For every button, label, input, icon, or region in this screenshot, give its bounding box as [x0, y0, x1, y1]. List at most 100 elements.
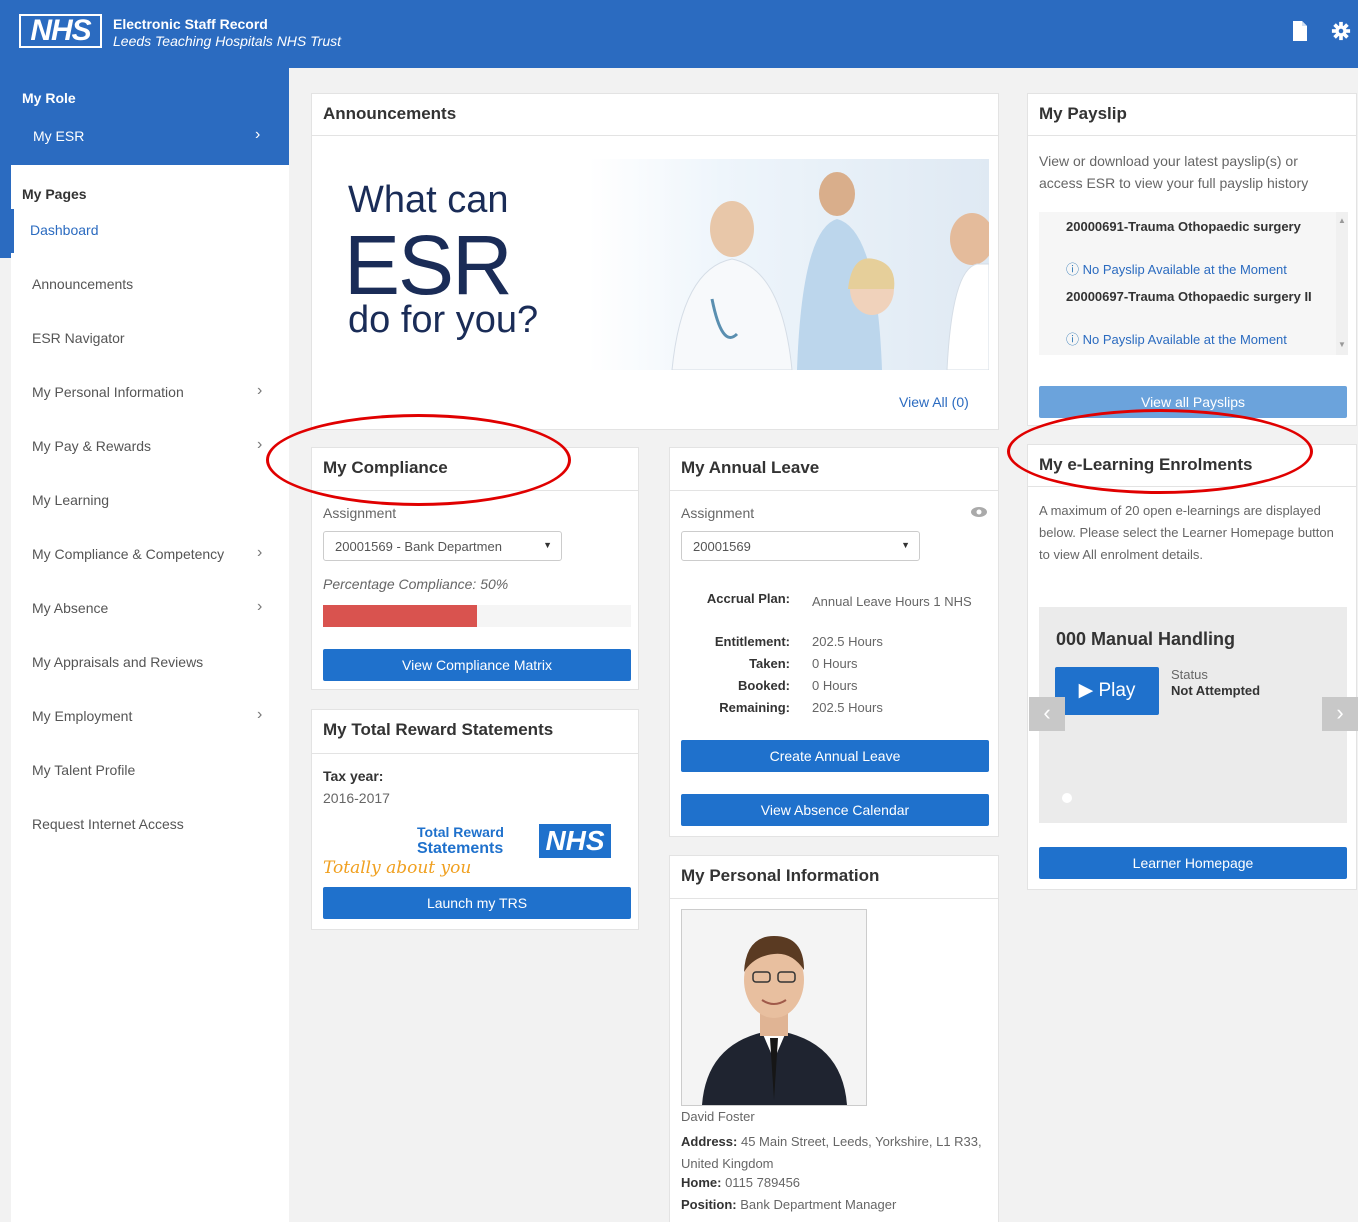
sidebar-item-absence[interactable]: My Absence ›	[11, 587, 289, 631]
trs-logo: Total Reward Statements Totally about yo…	[323, 822, 623, 882]
chevron-right-icon: ›	[257, 598, 263, 615]
assignment-label: Assignment	[323, 505, 397, 521]
course-title: 000 Manual Handling	[1056, 629, 1236, 649]
annual-leave-panel: My Annual Leave Assignment 20001569 ▼ Ac…	[669, 447, 999, 837]
annotation-ellipse	[266, 414, 571, 506]
assignment-label: Assignment	[681, 505, 755, 521]
status-label: Status	[1171, 667, 1208, 682]
payslip-list[interactable]: 20000691-Trauma Othopaedic surgery ⓘ No …	[1039, 212, 1348, 355]
app-header: NHS Electronic Staff Record Leeds Teachi…	[0, 0, 1358, 68]
caret-down-icon: ▼	[543, 540, 552, 550]
booked-label: Booked:	[738, 678, 790, 693]
learner-homepage-button[interactable]: Learner Homepage	[1039, 847, 1347, 879]
info-icon: ⓘ	[1066, 332, 1080, 347]
caret-down-icon: ▼	[901, 540, 910, 550]
launch-trs-button[interactable]: Launch my TRS	[323, 887, 631, 919]
nhs-logo: NHS	[19, 14, 102, 48]
scroll-down-icon[interactable]: ▼	[1338, 340, 1346, 349]
chevron-right-icon: ›	[257, 436, 263, 453]
divider	[670, 898, 998, 899]
sidebar-item-dashboard[interactable]: Dashboard	[11, 209, 289, 253]
profile-photo	[681, 909, 867, 1106]
sidebar-item-appraisals-reviews[interactable]: My Appraisals and Reviews	[11, 641, 289, 685]
announcement-banner[interactable]: What can ESR do for you?	[322, 159, 989, 370]
elearning-description: A maximum of 20 open e-learnings are dis…	[1039, 503, 1334, 562]
select-value: 20001569 - Bank Departmen	[335, 539, 502, 554]
sidebar-item-internet-access[interactable]: Request Internet Access	[11, 803, 289, 847]
panel-title: Announcements	[323, 104, 457, 123]
banner-illustration	[671, 172, 989, 370]
play-course-button[interactable]: ▶ Play	[1055, 667, 1159, 715]
scrollbar[interactable]: ▲ ▼	[1336, 212, 1348, 355]
compliance-assignment-select[interactable]: 20001569 - Bank Departmen ▼	[323, 531, 562, 561]
announcements-panel: Announcements What can ESR do for you? V…	[311, 93, 999, 430]
compliance-progress-bar	[323, 605, 631, 627]
remaining-value: 202.5 Hours	[812, 700, 883, 715]
progress-fill	[323, 605, 477, 627]
view-absence-calendar-button[interactable]: View Absence Calendar	[681, 794, 989, 826]
panel-title: My Payslip	[1039, 104, 1127, 123]
view-compliance-matrix-button[interactable]: View Compliance Matrix	[323, 649, 631, 681]
employee-address: Address: 45 Main Street, Leeds, Yorkshir…	[681, 1134, 982, 1171]
total-reward-panel: My Total Reward Statements Tax year: 201…	[311, 709, 639, 930]
app-title: Electronic Staff Record	[113, 16, 268, 32]
sidebar: My Role My ESR › My Pages Dashboard Anno…	[11, 68, 289, 1222]
chevron-right-icon: ›	[257, 706, 263, 723]
sidebar-item-my-esr[interactable]: My ESR ›	[11, 120, 289, 150]
payslip-status: ⓘ No Payslip Available at the Moment	[1066, 332, 1287, 347]
elearning-carousel[interactable]: 000 Manual Handling ▶ Play Status Not At…	[1039, 607, 1347, 823]
scroll-up-icon[interactable]: ▲	[1338, 216, 1346, 225]
entitlement-value: 202.5 Hours	[812, 634, 883, 649]
carousel-indicator[interactable]	[1062, 793, 1072, 803]
banner-line: What can	[348, 179, 509, 221]
divider	[670, 490, 998, 491]
chevron-left-icon[interactable]: ‹	[1029, 697, 1065, 731]
sidebar-item-compliance-competency[interactable]: My Compliance & Competency ›	[11, 533, 289, 577]
sidebar-item-personal-information[interactable]: My Personal Information ›	[11, 371, 289, 415]
sidebar-item-employment[interactable]: My Employment ›	[11, 695, 289, 739]
gear-icon[interactable]	[1331, 20, 1351, 42]
banner-line: do for you?	[348, 299, 539, 341]
view-all-announcements-link[interactable]: View All (0)	[899, 394, 969, 410]
role-section: My Role My ESR ›	[11, 68, 289, 165]
leave-assignment-select[interactable]: 20001569 ▼	[681, 531, 920, 561]
booked-value: 0 Hours	[812, 678, 858, 693]
trust-name: Leeds Teaching Hospitals NHS Trust	[113, 33, 341, 49]
info-icon: ⓘ	[1066, 262, 1080, 277]
sidebar-item-esr-navigator[interactable]: ESR Navigator	[11, 317, 289, 361]
payslip-panel: My Payslip View or download your latest …	[1027, 93, 1357, 426]
play-icon: ▶	[1078, 680, 1094, 701]
accrual-plan-label: Accrual Plan:	[706, 591, 790, 606]
tax-year-value: 2016-2017	[323, 790, 390, 806]
sidebar-item-announcements[interactable]: Announcements	[11, 263, 289, 307]
create-annual-leave-button[interactable]: Create Annual Leave	[681, 740, 989, 772]
sidebar-item-label: My ESR	[33, 128, 85, 144]
percentage-compliance: Percentage Compliance: 50%	[323, 576, 509, 592]
taken-label: Taken:	[749, 656, 790, 671]
sidebar-item-pay-rewards[interactable]: My Pay & Rewards ›	[11, 425, 289, 469]
panel-title: My Annual Leave	[681, 458, 820, 477]
role-title: My Role	[22, 90, 76, 106]
chevron-right-icon: ›	[257, 544, 263, 561]
sidebar-item-talent-profile[interactable]: My Talent Profile	[11, 749, 289, 793]
remaining-label: Remaining:	[719, 700, 790, 715]
divider	[312, 135, 998, 136]
taken-value: 0 Hours	[812, 656, 858, 671]
payslip-description: View or download your latest payslip(s) …	[1039, 153, 1309, 191]
document-icon[interactable]	[1290, 20, 1310, 42]
sidebar-item-learning[interactable]: My Learning	[11, 479, 289, 523]
select-value: 20001569	[693, 539, 751, 554]
status-value: Not Attempted	[1171, 683, 1261, 698]
tax-year-label: Tax year:	[323, 768, 384, 784]
payslip-assignment: 20000691-Trauma Othopaedic surgery	[1066, 219, 1301, 234]
employee-name: David Foster	[681, 1109, 755, 1124]
elearning-panel: My e-Learning Enrolments A maximum of 20…	[1027, 444, 1358, 890]
eye-icon[interactable]	[970, 506, 988, 518]
payslip-status: ⓘ No Payslip Available at the Moment	[1066, 262, 1287, 277]
pages-title: My Pages	[22, 186, 87, 202]
divider	[1028, 135, 1356, 136]
panel-title: My Personal Information	[681, 866, 880, 885]
panel-title: My Total Reward Statements	[323, 720, 554, 739]
employee-position: Position: Bank Department Manager	[681, 1197, 897, 1212]
chevron-right-icon[interactable]: ›	[1322, 697, 1358, 731]
